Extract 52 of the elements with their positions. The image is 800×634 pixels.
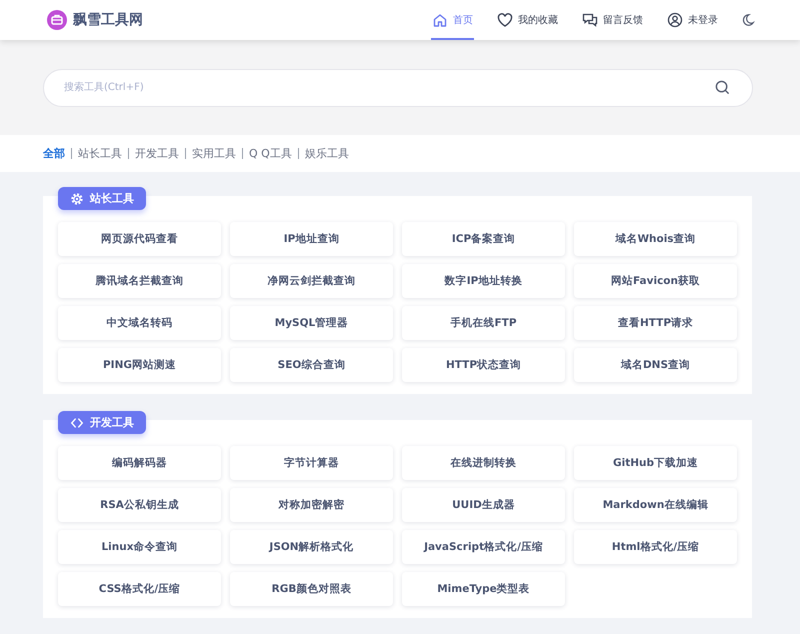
tool-button[interactable]: SEO综合查询	[230, 348, 393, 382]
tool-button[interactable]: 数字IP地址转换	[402, 264, 565, 298]
nav-link[interactable]: 未登录	[666, 0, 719, 40]
category-link[interactable]: 实用工具	[185, 148, 242, 159]
tool-button[interactable]: 腾讯域名拦截查询	[58, 264, 221, 298]
category-link[interactable]: 站长工具	[71, 148, 128, 159]
tool-button[interactable]: Linux命令查询	[58, 530, 221, 564]
chat-icon	[582, 12, 598, 28]
tool-button[interactable]: 域名DNS查询	[574, 348, 737, 382]
tool-button[interactable]: PING网站测速	[58, 348, 221, 382]
tool-button[interactable]: MimeType类型表	[402, 572, 565, 606]
section-badge: 站长工具	[58, 187, 146, 210]
tool-button[interactable]: CSS格式化/压缩	[58, 572, 221, 606]
tool-button[interactable]: 中文域名转码	[58, 306, 221, 340]
tool-button[interactable]: RSA公私钥生成	[58, 488, 221, 522]
tool-button[interactable]: 网页源代码查看	[58, 222, 221, 256]
tool-button[interactable]: Html格式化/压缩	[574, 530, 737, 564]
gear-icon	[70, 192, 84, 206]
tool-button[interactable]: 查看HTTP请求	[574, 306, 737, 340]
tool-button[interactable]: UUID生成器	[402, 488, 565, 522]
heart-icon	[497, 12, 513, 28]
tool-button[interactable]: 净网云剑拦截查询	[230, 264, 393, 298]
category-link[interactable]: Q Q工具	[242, 148, 298, 159]
search-field[interactable]: 搜索工具(Ctrl+F)	[43, 68, 753, 106]
nav-link[interactable]: 我的收藏	[496, 0, 559, 40]
tool-button[interactable]: GitHub下载加速	[574, 446, 737, 480]
tool-button[interactable]: HTTP状态查询	[402, 348, 565, 382]
section-badge: 开发工具	[58, 411, 146, 434]
logo-icon	[47, 10, 67, 30]
tool-button[interactable]: ICP备案查询	[402, 222, 565, 256]
user-icon	[667, 12, 683, 28]
category-link[interactable]: 开发工具	[128, 148, 185, 159]
nav-link[interactable]: 留言反馈	[581, 0, 644, 40]
home-icon	[432, 12, 448, 28]
tool-button[interactable]: JavaScript格式化/压缩	[402, 530, 565, 564]
tool-button[interactable]: 在线进制转换	[402, 446, 565, 480]
category-link[interactable]: 娱乐工具	[298, 148, 355, 159]
moon-icon[interactable]	[741, 13, 755, 27]
code-icon	[70, 416, 84, 430]
tool-button[interactable]: MySQL管理器	[230, 306, 393, 340]
tool-button[interactable]: JSON解析格式化	[230, 530, 393, 564]
tool-button[interactable]: 域名Whois查询	[574, 222, 737, 256]
category-link[interactable]: 全部	[43, 148, 71, 159]
tool-button[interactable]: Markdown在线编辑	[574, 488, 737, 522]
tool-button[interactable]: 字节计算器	[230, 446, 393, 480]
site-title: 飘雪工具网	[73, 11, 143, 29]
tool-button[interactable]: IP地址查询	[230, 222, 393, 256]
tool-button[interactable]: 对称加密解密	[230, 488, 393, 522]
tool-button[interactable]: 编码解码器	[58, 446, 221, 480]
tool-button[interactable]: RGB颜色对照表	[230, 572, 393, 606]
tool-button[interactable]: 网站Favicon获取	[574, 264, 737, 298]
tool-button[interactable]: 手机在线FTP	[402, 306, 565, 340]
